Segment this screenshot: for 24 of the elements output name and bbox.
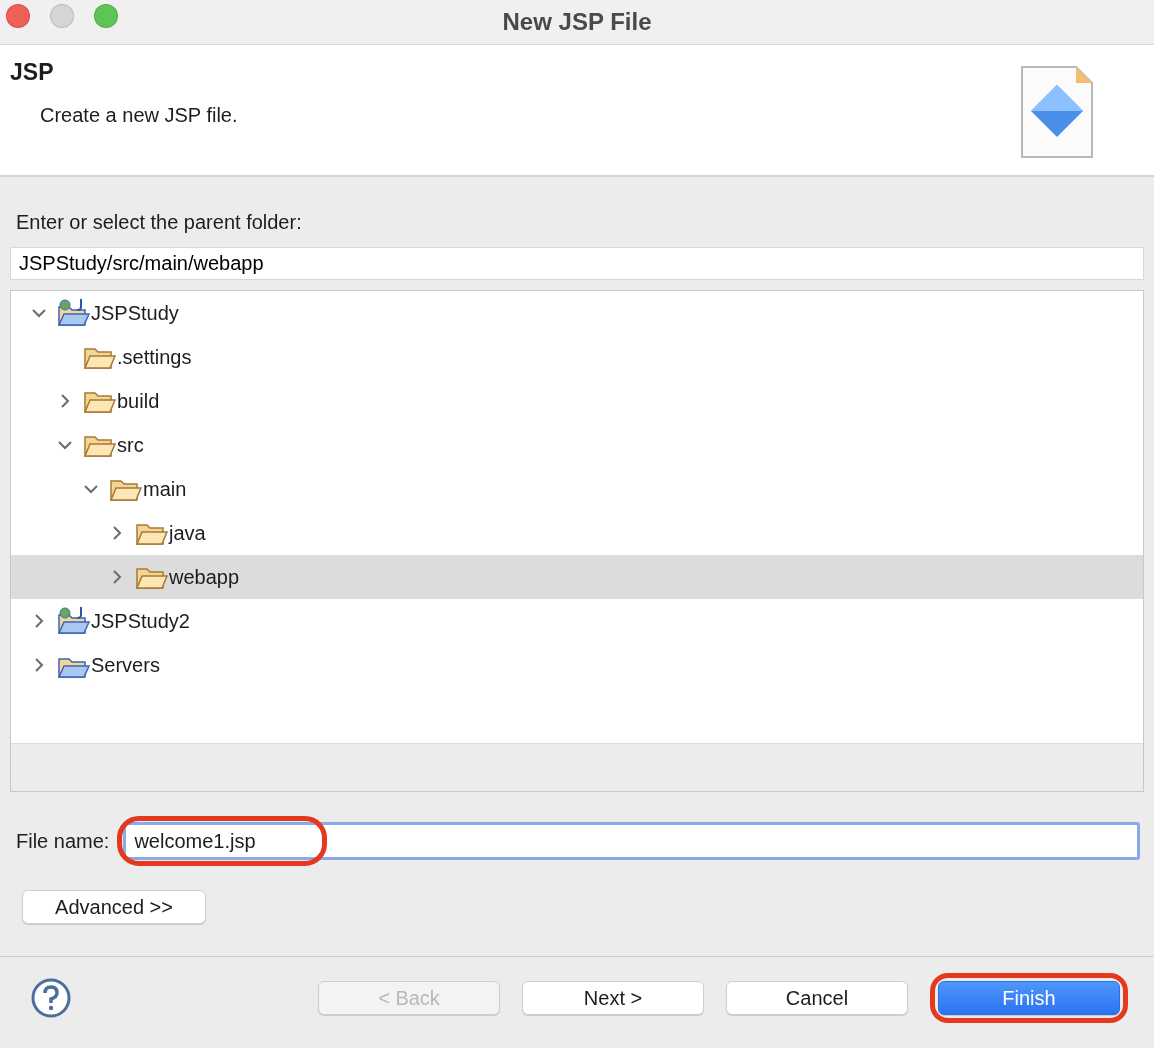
tree-item[interactable]: Servers — [11, 643, 1143, 687]
file-name-label: File name: — [15, 829, 110, 854]
page-title: JSP — [10, 58, 55, 87]
tree-item[interactable]: .settings — [11, 335, 1143, 379]
dialog-button[interactable]: Cancel — [726, 981, 908, 1015]
parent-folder-label: Enter or select the parent folder: — [15, 210, 303, 235]
tree-item[interactable]: java — [11, 511, 1143, 555]
window-title: New JSP File — [502, 7, 652, 37]
advanced-button[interactable]: Advanced >> — [22, 890, 206, 924]
page-description: Create a new JSP file. — [40, 102, 239, 128]
tree-item[interactable]: JSPStudy2 — [11, 599, 1143, 643]
dialog-button[interactable]: Next > — [522, 981, 704, 1015]
close-button[interactable] — [6, 4, 30, 28]
project-folder-icon — [57, 299, 91, 327]
tree-item[interactable]: JSPStudy — [11, 291, 1143, 335]
tree-item[interactable]: src — [11, 423, 1143, 467]
file-name-field[interactable]: welcome1.jsp — [123, 822, 1140, 860]
parent-folder-field[interactable]: JSPStudy/src/main/webapp — [10, 247, 1144, 280]
help-icon[interactable] — [30, 977, 72, 1019]
dialog-button[interactable]: Finish — [938, 981, 1120, 1015]
tree-item[interactable]: build — [11, 379, 1143, 423]
tree-item[interactable]: webapp — [11, 555, 1143, 599]
tree-item[interactable]: main — [11, 467, 1143, 511]
project-folder-icon — [57, 607, 91, 635]
